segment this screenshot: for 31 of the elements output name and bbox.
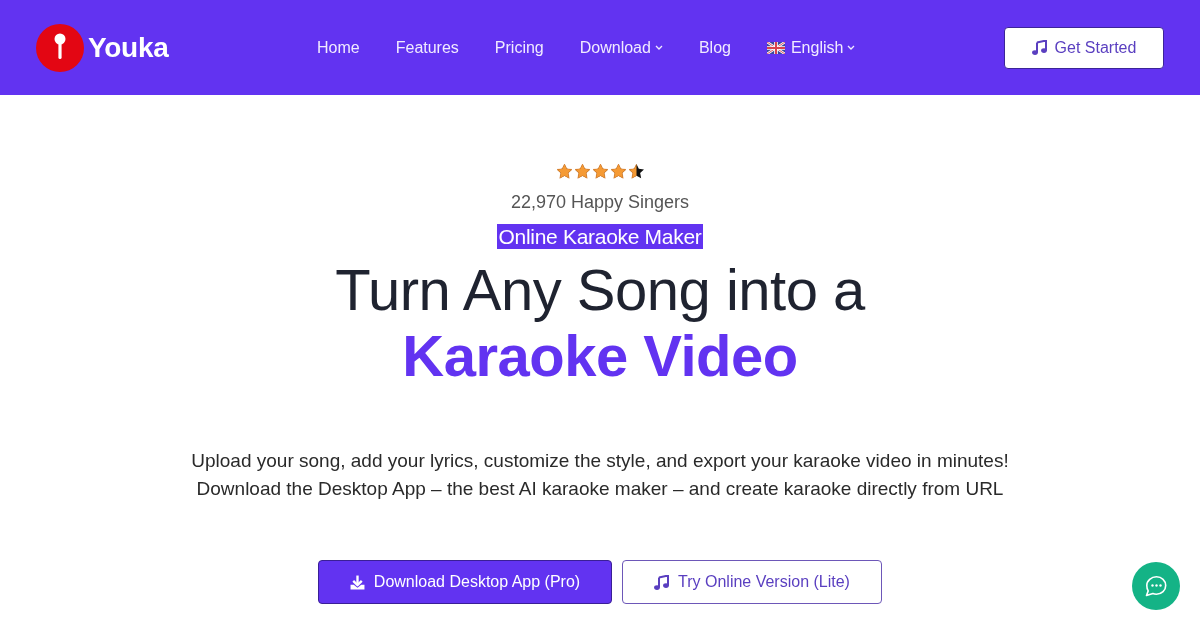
rating-caption: 22,970 Happy Singers: [509, 191, 691, 214]
nav-link[interactable]: Home: [317, 35, 360, 60]
star-icon: [609, 163, 627, 180]
nav-link[interactable]: Features: [395, 35, 459, 60]
download-icon: [349, 574, 365, 590]
flag-icon: [766, 41, 785, 54]
hero-description: Upload your song, add your lyrics, customize the style, and export your karaoke video in minutes!: [190, 449, 1010, 473]
music-note-icon: [654, 574, 670, 590]
star-icon: [627, 163, 645, 180]
download-app-button[interactable]: Download Desktop App (Pro): [318, 560, 612, 604]
brand-name: Youka: [88, 30, 169, 65]
star-icon: [573, 163, 591, 180]
chat-button[interactable]: [1132, 562, 1180, 610]
nav-link[interactable]: Pricing: [494, 35, 544, 60]
star-icon: [555, 163, 573, 180]
star-icon: [591, 163, 609, 180]
caret-icon: [847, 44, 856, 51]
microphone-icon: [36, 23, 84, 72]
highlighted-tagline: Online Karaoke Maker: [496, 224, 704, 249]
caret-icon: [654, 44, 663, 51]
nav-dropdown[interactable]: Download: [579, 35, 663, 60]
chat-bubble-icon: [1145, 575, 1167, 597]
hero-description: Download the Desktop App – the best AI karaoke maker – and create karaoke directly from URL: [195, 477, 1005, 501]
brand-logo[interactable]: Youka: [36, 23, 169, 72]
nav-link[interactable]: Blog: [698, 35, 731, 60]
music-note-icon: [1031, 40, 1047, 55]
language-selector[interactable]: English: [766, 35, 856, 60]
hero-headline-accent: Karaoke Video: [402, 323, 798, 389]
get-started-button[interactable]: Get Started: [1004, 26, 1164, 69]
try-online-button[interactable]: Try Online Version (Lite): [622, 560, 882, 604]
hero-headline: Turn Any Song into a: [334, 257, 867, 323]
